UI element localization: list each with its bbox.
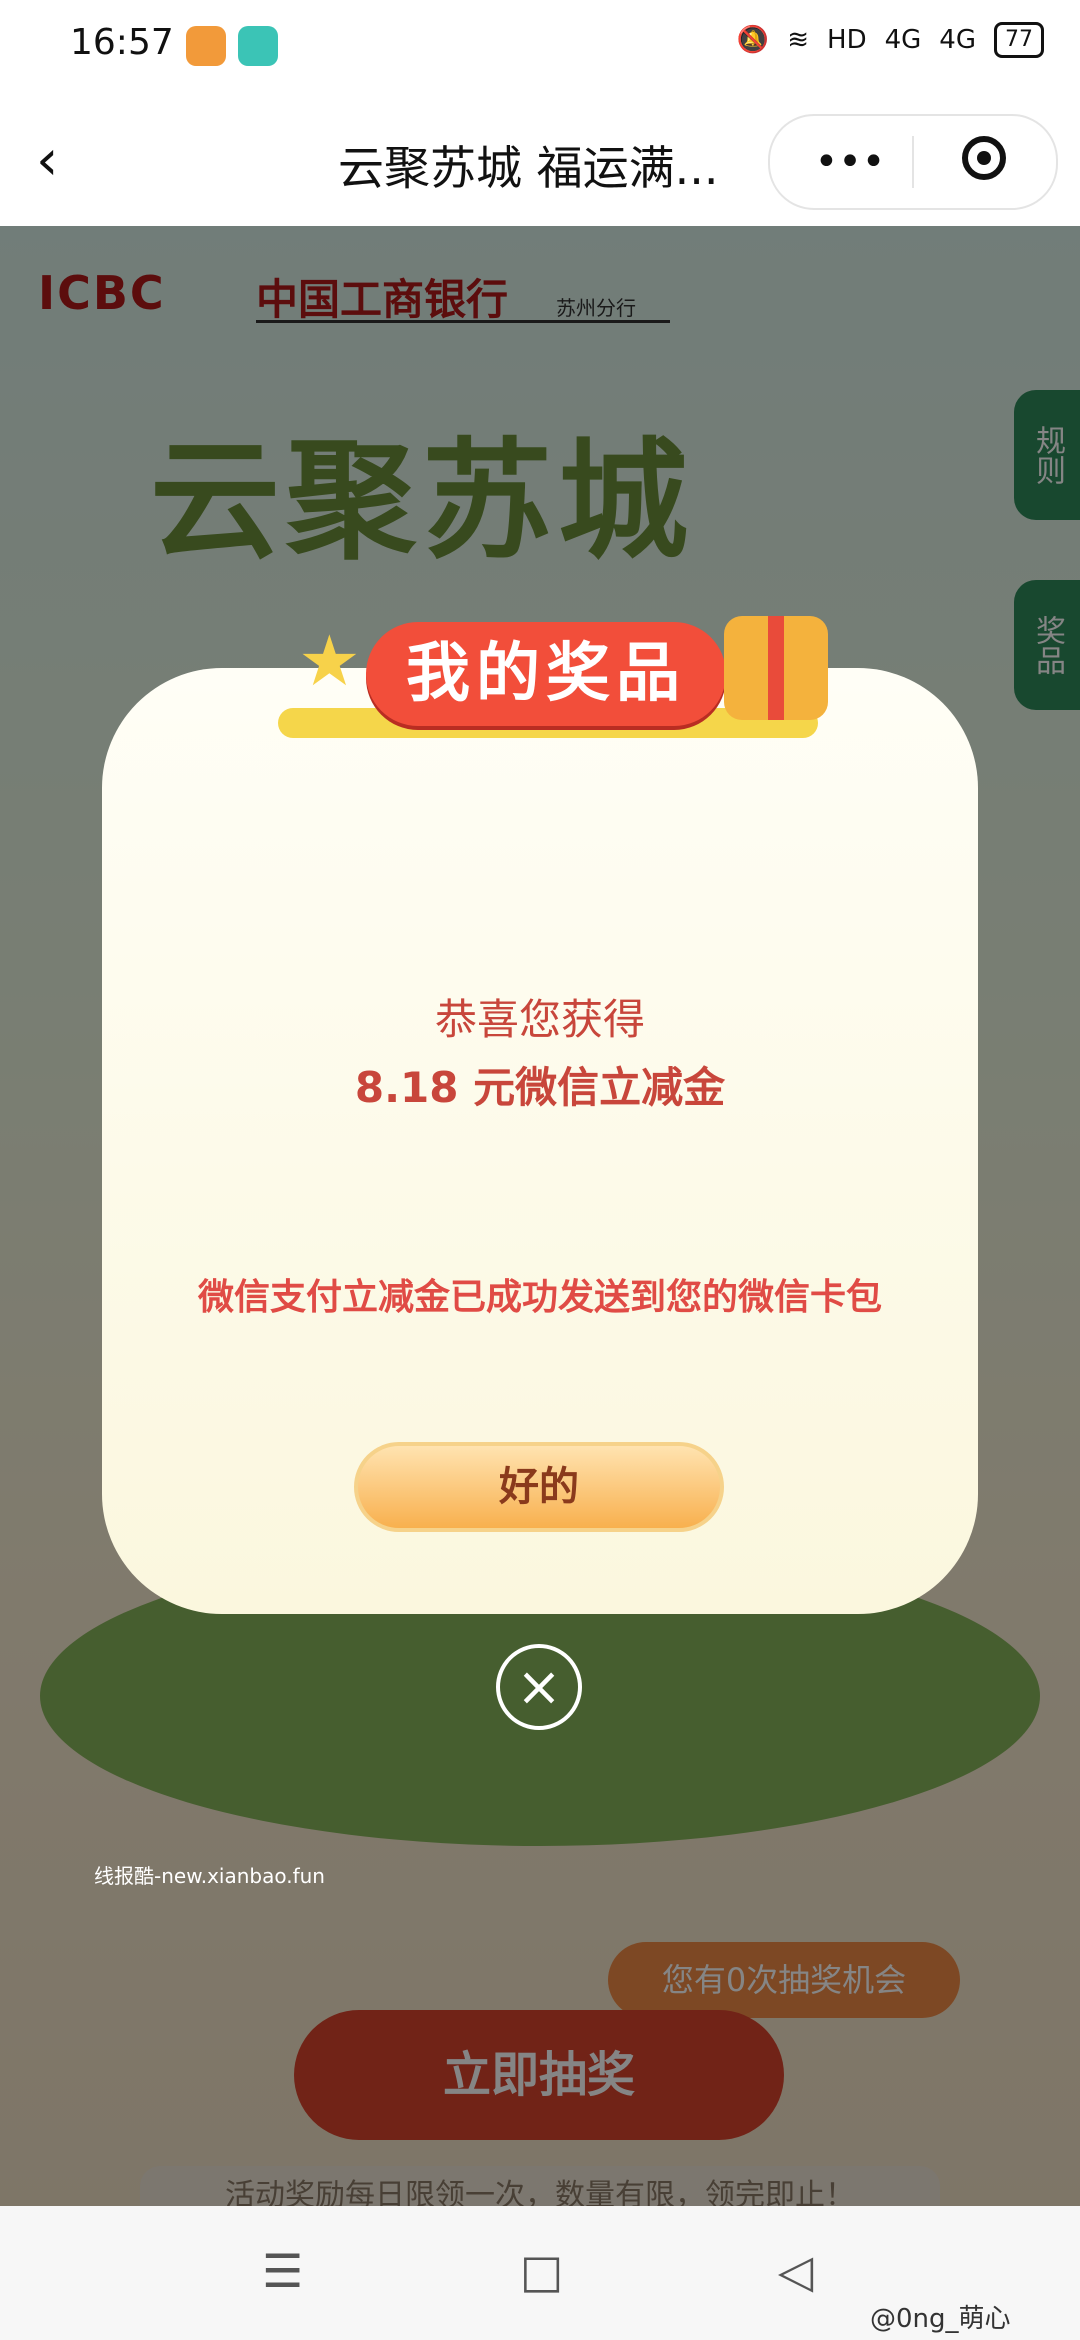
prize-amount: 8.18 元微信立减金	[354, 1063, 726, 1112]
modal-title: 我的奖品	[366, 622, 726, 726]
weibo-credit: @0ng_萌心	[870, 2304, 1011, 2334]
gift-box-icon	[724, 616, 828, 720]
silent-bell-icon: 🔕	[736, 25, 770, 55]
mini-program-title-bar: ‹ 云聚苏城 福运满... •••	[0, 96, 1080, 226]
prize-modal: 恭喜您获得 8.18 元微信立减金 微信支付立减金已成功发送到您的微信卡包 好的	[102, 668, 978, 1614]
chevron-left-icon[interactable]: ‹	[36, 126, 96, 196]
wifi-icon: ≋	[787, 25, 810, 55]
menu-icon[interactable]: ☰	[262, 2244, 303, 2298]
capsule-menu: •••	[768, 114, 1058, 210]
signal-2-label: 4G	[939, 25, 976, 55]
app-notification-icon	[186, 26, 226, 66]
target-close-icon[interactable]	[962, 136, 1006, 180]
prize-notice: 微信支付立减金已成功发送到您的微信卡包	[197, 1277, 882, 1318]
modal-header: ★ 我的奖品	[278, 600, 862, 764]
page-title: 云聚苏城 福运满...	[338, 141, 719, 195]
status-bar: 16:57 🔕 ≋ HD 4G 4G 77	[0, 0, 1080, 96]
battery-indicator: 77	[994, 22, 1044, 58]
square-home-icon[interactable]: □	[520, 2244, 563, 2298]
watermark: 线报酷-new.xianbao.fun	[94, 1864, 325, 1888]
chat-notification-icon	[238, 26, 278, 66]
status-time: 16:57	[70, 22, 174, 63]
triangle-back-icon[interactable]: ◁	[778, 2244, 813, 2298]
status-icons: 🔕 ≋ HD 4G 4G 77	[737, 22, 1044, 58]
capsule-divider	[912, 136, 914, 188]
ok-button[interactable]: 好的	[354, 1442, 724, 1532]
star-icon: ★	[298, 620, 361, 702]
congrats-text: 恭喜您获得	[434, 995, 645, 1044]
close-icon[interactable]: ×	[496, 1644, 582, 1730]
hd-badge: HD	[827, 25, 867, 55]
signal-1-label: 4G	[884, 25, 922, 55]
more-dots-icon[interactable]: •••	[810, 132, 890, 192]
